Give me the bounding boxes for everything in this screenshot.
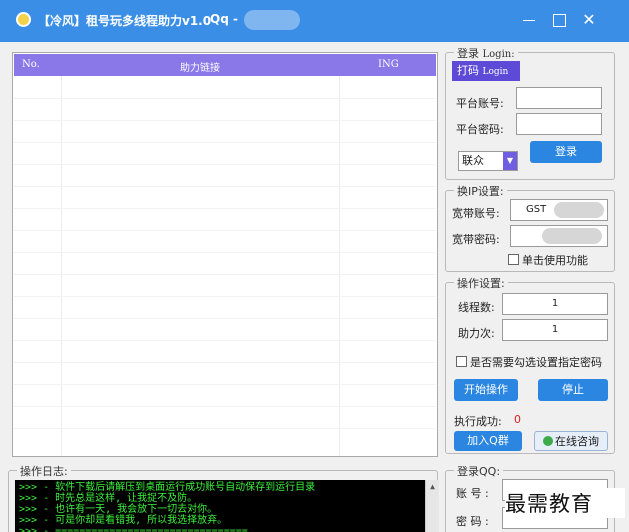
window-title: 【冷风】租号玩多线程助力v1.0 xyxy=(38,14,212,28)
table-row xyxy=(14,142,436,143)
maximize-icon[interactable] xyxy=(548,9,570,31)
platform-password-input[interactable] xyxy=(516,113,602,135)
chat-icon xyxy=(543,436,553,446)
table-row xyxy=(14,252,436,253)
qq-password-label: 密 码 : xyxy=(456,515,489,528)
redacted-text xyxy=(554,202,604,218)
single-use-checkbox[interactable] xyxy=(508,254,519,265)
online-consult-button[interactable]: 在线咨询 xyxy=(534,431,608,451)
log-console[interactable]: >>> - 软件下载后请解压到桌面运行成功账号自动保存到运行目录 >>> - 时… xyxy=(15,480,439,532)
ip-settings-title: 换IP设置: xyxy=(454,183,507,199)
broadband-password-label: 宽带密码: xyxy=(452,233,500,246)
table-row xyxy=(14,406,436,407)
custom-password-label: 是否需要勾选设置指定密码 xyxy=(470,356,602,369)
table-row xyxy=(14,208,436,209)
login-group: 登录 Login: 打码 Login 平台账号: 平台密码: 联众 ▼ 登录 xyxy=(445,45,615,180)
platform-password-label: 平台密码: xyxy=(456,123,504,136)
online-consult-label: 在线咨询 xyxy=(555,435,599,448)
custom-password-checkbox[interactable] xyxy=(456,356,467,367)
minimize-icon[interactable] xyxy=(518,9,540,31)
provider-selected-value: 联众 xyxy=(462,154,484,167)
assist-count-input[interactable]: 1 xyxy=(502,319,608,341)
table-header: No. 助力链接 ING xyxy=(14,54,436,76)
redacted-text xyxy=(542,228,602,244)
single-use-label: 单击使用功能 xyxy=(522,254,588,267)
captcha-provider-select[interactable]: 联众 ▼ xyxy=(458,151,518,171)
table-row xyxy=(14,274,436,275)
qq-number-redacted xyxy=(244,10,300,30)
tab-captcha-login[interactable]: 打码 Login xyxy=(452,61,520,81)
qq-login-title: 登录QQ: xyxy=(454,463,504,479)
title-bar: 【冷风】租号玩多线程助力v1.0 Qq - ✕ xyxy=(0,0,629,42)
scroll-up-icon[interactable]: ▲ xyxy=(428,482,437,491)
platform-account-input[interactable] xyxy=(516,87,602,109)
stop-button[interactable]: 停止 xyxy=(538,379,608,401)
client-area: No. 助力链接 ING 登录 Login: 打码 Login 平台账号: 平台… xyxy=(0,42,629,532)
table-row xyxy=(14,340,436,341)
assist-count-label: 助力次: xyxy=(458,327,495,340)
log-line: >>> - ================================ xyxy=(19,526,248,532)
qq-label: Qq - xyxy=(210,12,238,26)
close-icon[interactable]: ✕ xyxy=(578,9,600,31)
login-group-title: 登录 Login: xyxy=(454,45,518,61)
operation-log-title: 操作日志: xyxy=(17,463,71,479)
column-divider xyxy=(339,76,340,456)
log-scrollbar[interactable]: ▲ xyxy=(425,480,439,532)
log-line: >>> - 也许有一天, 我会放下一切去对你。 xyxy=(19,504,218,515)
table-row xyxy=(14,318,436,319)
success-count: 0 xyxy=(514,413,521,426)
table-row xyxy=(14,230,436,231)
table-row xyxy=(14,120,436,121)
success-label: 执行成功: xyxy=(454,415,502,428)
chevron-down-icon[interactable]: ▼ xyxy=(503,152,517,170)
log-line: >>> - 软件下载后请解压到桌面运行成功账号自动保存到运行目录 xyxy=(19,482,316,493)
table-row xyxy=(14,362,436,363)
table-row xyxy=(14,296,436,297)
table-row xyxy=(14,164,436,165)
table-row xyxy=(14,98,436,99)
operation-settings-group: 操作设置: 线程数: 1 助力次: 1 是否需要勾选设置指定密码 开始操作 停止… xyxy=(445,275,615,454)
column-no[interactable]: No. xyxy=(22,59,40,70)
ip-settings-group: 换IP设置: 宽带账号: GST 宽带密码: 单击使用功能 xyxy=(445,183,615,272)
login-button[interactable]: 登录 xyxy=(530,141,602,163)
threads-input[interactable]: 1 xyxy=(502,293,608,315)
operation-log-group: 操作日志: >>> - 软件下载后请解压到桌面运行成功账号自动保存到运行目录 >… xyxy=(8,463,439,532)
operation-settings-title: 操作设置: xyxy=(454,275,508,291)
broadband-account-label: 宽带账号: xyxy=(452,207,500,220)
log-line: >>> - 时先总是这样, 让我捉不及防。 xyxy=(19,493,198,504)
column-divider xyxy=(61,76,62,456)
column-ing[interactable]: ING xyxy=(378,59,399,70)
log-line: >>> - 可是你却是看错我, 所以我选择放弃。 xyxy=(19,515,228,526)
watermark: 最需教育 xyxy=(505,488,625,518)
table-row xyxy=(14,428,436,429)
column-link[interactable]: 助力链接 xyxy=(180,59,220,74)
link-table[interactable]: No. 助力链接 ING xyxy=(12,52,438,457)
broadband-account-value: GST xyxy=(526,204,547,215)
threads-label: 线程数: xyxy=(458,301,495,314)
join-qq-group-button[interactable]: 加入Q群 xyxy=(454,431,522,451)
app-logo-icon xyxy=(16,12,31,27)
start-button[interactable]: 开始操作 xyxy=(454,379,518,401)
platform-account-label: 平台账号: xyxy=(456,97,504,110)
qq-account-label: 账 号 : xyxy=(456,487,489,500)
table-row xyxy=(14,186,436,187)
table-row xyxy=(14,384,436,385)
